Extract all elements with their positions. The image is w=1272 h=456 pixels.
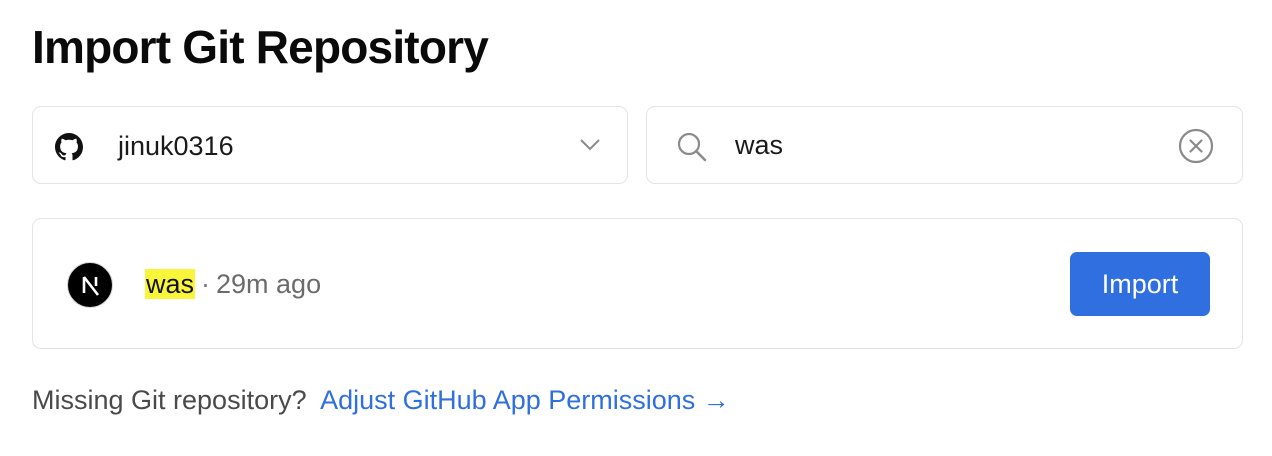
github-icon [55,133,83,161]
search-icon [677,132,707,162]
footer: Missing Git repository? Adjust GitHub Ap… [32,382,730,418]
repository-updated: 29m ago [216,269,322,299]
adjust-permissions-link[interactable]: Adjust GitHub App Permissions → [320,385,730,415]
missing-repository-text: Missing Git repository? [32,385,307,415]
separator: · [201,269,211,299]
repository-filter-bar: jinuk0316 [32,106,1243,184]
chevron-down-icon [580,139,600,151]
repository-name: was [145,269,196,299]
nextjs-icon [67,262,113,308]
account-name: jinuk0316 [118,131,234,161]
import-button[interactable]: Import [1070,252,1210,316]
account-select[interactable]: jinuk0316 [32,106,628,184]
page-title: Import Git Repository [32,21,489,73]
clear-search-icon[interactable] [1178,128,1214,164]
repository-info: was · 29m ago [145,267,321,301]
repository-search [646,106,1243,184]
import-git-repository-page: Import Git Repository jinuk0316 was was … [0,0,1272,456]
repository-list-item: was · 29m ago Import [32,218,1243,349]
search-input[interactable] [735,123,1165,167]
